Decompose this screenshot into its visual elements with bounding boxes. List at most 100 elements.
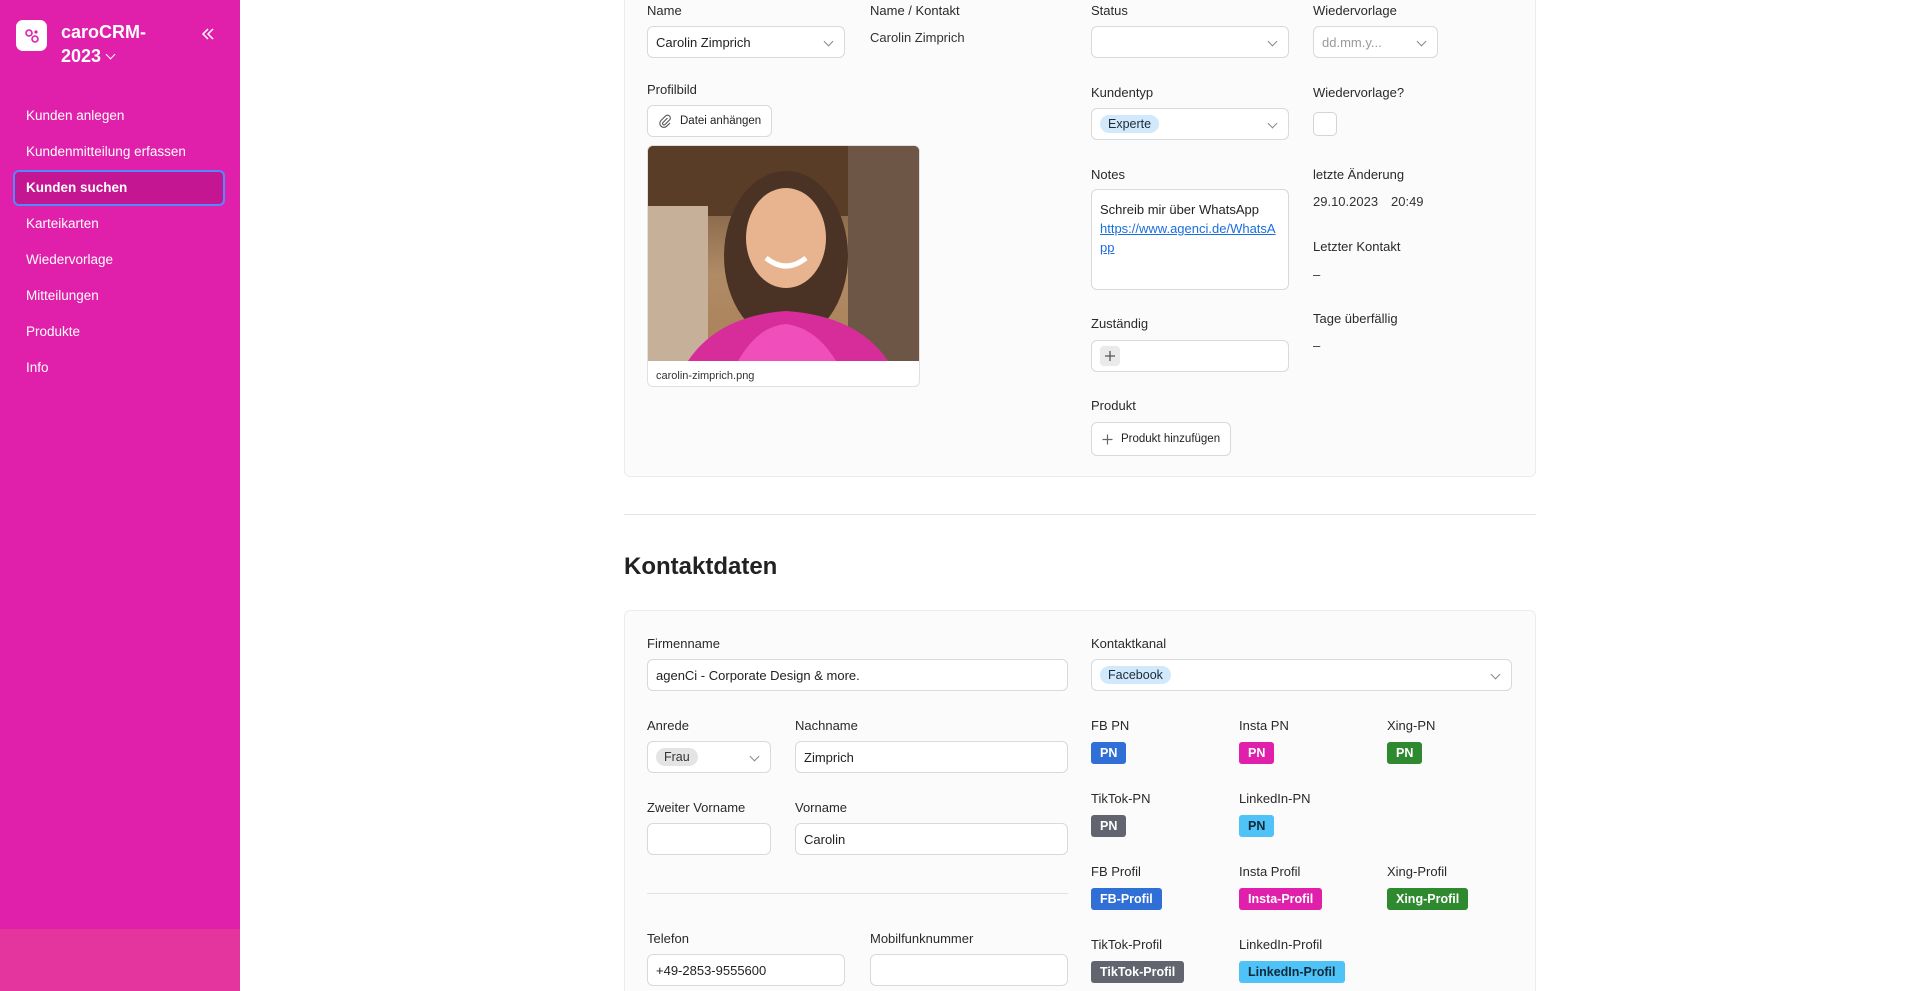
notes-label: Notes: [1091, 167, 1125, 182]
name-select-value: Carolin Zimprich: [656, 34, 751, 50]
chevron-down-icon: [105, 49, 116, 60]
linkedin-pn-label: LinkedIn-PN: [1239, 791, 1311, 806]
telefon-value: +49-2853-9555600: [656, 962, 767, 978]
wiedervorlage-q-label: Wiedervorlage?: [1313, 85, 1405, 100]
plus-icon: [1102, 434, 1113, 445]
name-label: Name: [647, 3, 682, 18]
anrede-select[interactable]: Frau: [647, 741, 771, 773]
zustaendig-label: Zuständig: [1091, 316, 1149, 331]
name-select[interactable]: Carolin Zimprich: [647, 26, 845, 58]
sidebar-footer: [0, 929, 240, 991]
tage-ueberfaellig-value: –: [1313, 338, 1321, 353]
sidebar: caroCRM-2023 Kunden anlegen Kundenmittei…: [0, 0, 240, 991]
chevron-down-icon: [1267, 118, 1278, 129]
workspace-logo-icon: [16, 20, 47, 51]
tage-ueberfaellig-label: Tage überfällig: [1313, 311, 1398, 326]
wiedervorlage-date-picker[interactable]: dd.mm.y...: [1313, 26, 1438, 58]
sidebar-item-mitteilungen[interactable]: Mitteilungen: [13, 278, 225, 314]
xing-pn-label: Xing-PN: [1387, 718, 1436, 733]
vorname-input[interactable]: Carolin: [795, 823, 1068, 855]
mobil-input[interactable]: [870, 954, 1068, 986]
xing-profil-button[interactable]: Xing-Profil: [1387, 888, 1469, 910]
paperclip-icon: [658, 114, 672, 128]
kontaktdaten-title: Kontaktdaten: [624, 553, 778, 580]
fb-pn-button[interactable]: PN: [1091, 742, 1127, 764]
chevron-down-icon: [1267, 36, 1278, 47]
profile-photo-card[interactable]: carolin-zimprich.png: [647, 145, 920, 387]
workspace-name[interactable]: caroCRM-2023: [61, 20, 161, 68]
add-product-button[interactable]: Produkt hinzufügen: [1091, 422, 1232, 456]
fb-profil-label: FB Profil: [1091, 864, 1141, 879]
sidebar-item-wiedervorlage[interactable]: Wiedervorlage: [13, 242, 225, 278]
tiktok-profil-button[interactable]: TikTok-Profil: [1091, 961, 1185, 983]
workspace-name-text: caroCRM-2023: [61, 22, 147, 66]
insta-pn-button[interactable]: PN: [1239, 742, 1275, 764]
attach-file-button[interactable]: Datei anhängen: [647, 105, 773, 137]
kundentyp-pill: Experte: [1100, 115, 1160, 133]
workspace-switcher[interactable]: caroCRM-2023: [16, 20, 161, 68]
telefon-label: Telefon: [647, 931, 689, 946]
notes-text: Schreib mir über WhatsApp: [1100, 202, 1259, 217]
linkedin-pn-button[interactable]: PN: [1239, 815, 1275, 837]
telefon-input[interactable]: +49-2853-9555600: [647, 954, 845, 986]
nachname-input[interactable]: Zimprich: [795, 741, 1068, 773]
sidebar-item-kunden-suchen[interactable]: Kunden suchen: [13, 170, 225, 206]
letzte-aenderung-label: letzte Änderung: [1313, 167, 1405, 182]
add-product-label: Produkt hinzufügen: [1121, 433, 1221, 445]
nachname-label: Nachname: [795, 718, 858, 733]
status-label: Status: [1091, 3, 1128, 18]
chevron-down-icon: [1490, 669, 1501, 680]
name-kontakt-value: Carolin Zimprich: [870, 30, 965, 45]
name-kontakt-label: Name / Kontakt: [870, 3, 960, 18]
notes-link[interactable]: https://www.agenci.de/WhatsApp: [1100, 219, 1280, 257]
anrede-label: Anrede: [647, 718, 689, 733]
insta-profil-label: Insta Profil: [1239, 864, 1301, 879]
kontaktkanal-pill: Facebook: [1100, 666, 1171, 684]
insta-profil-button[interactable]: Insta-Profil: [1239, 888, 1323, 910]
chevron-down-icon: [1416, 36, 1427, 47]
produkt-label: Produkt: [1091, 398, 1136, 413]
tiktok-pn-label: TikTok-PN: [1091, 791, 1151, 806]
xing-profil-label: Xing-Profil: [1387, 864, 1447, 879]
sidebar-item-produkte[interactable]: Produkte: [13, 314, 225, 350]
contact-divider: [647, 893, 1068, 894]
nachname-value: Zimprich: [804, 749, 854, 765]
kundentyp-select[interactable]: Experte: [1091, 108, 1289, 140]
insta-pn-label: Insta PN: [1239, 718, 1289, 733]
linkedin-profil-label: LinkedIn-Profil: [1239, 937, 1323, 952]
kontaktkanal-label: Kontaktkanal: [1091, 636, 1167, 651]
wiedervorlage-checkbox[interactable]: [1313, 112, 1337, 136]
firmenname-input[interactable]: agenCi - Corporate Design & more.: [647, 659, 1068, 691]
collapse-sidebar-icon[interactable]: [200, 26, 216, 42]
photo-filename: carolin-zimprich.png: [656, 370, 755, 382]
sidebar-nav: Kunden anlegen Kundenmitteilung erfassen…: [13, 98, 225, 386]
sidebar-item-info[interactable]: Info: [13, 350, 225, 386]
attach-file-label: Datei anhängen: [680, 115, 762, 127]
add-assignee-icon[interactable]: [1100, 346, 1120, 366]
tiktok-profil-label: TikTok-Profil: [1091, 937, 1163, 952]
sidebar-item-kundenmitteilung-erfassen[interactable]: Kundenmitteilung erfassen: [13, 134, 225, 170]
mobil-label: Mobilfunknummer: [870, 931, 974, 946]
profile-photo: [648, 146, 919, 361]
kundentyp-label: Kundentyp: [1091, 85, 1154, 100]
vorname-label: Vorname: [795, 800, 848, 815]
section-divider: [624, 514, 1536, 515]
zustaendig-field[interactable]: [1091, 340, 1289, 372]
sidebar-item-kunden-anlegen[interactable]: Kunden anlegen: [13, 98, 225, 134]
sidebar-item-karteikarten[interactable]: Karteikarten: [13, 206, 225, 242]
wiedervorlage-label: Wiedervorlage: [1313, 3, 1397, 18]
fb-profil-button[interactable]: FB-Profil: [1091, 888, 1162, 910]
letzter-kontakt-label: Letzter Kontakt: [1313, 239, 1401, 254]
kontaktkanal-select[interactable]: Facebook: [1091, 659, 1512, 691]
xing-pn-button[interactable]: PN: [1387, 742, 1423, 764]
anrede-pill: Frau: [656, 748, 698, 766]
chevron-down-icon: [749, 751, 760, 762]
zweiter-vorname-input[interactable]: [647, 823, 771, 855]
letzter-kontakt-value: –: [1313, 267, 1321, 282]
tiktok-pn-button[interactable]: PN: [1091, 815, 1127, 837]
vorname-value: Carolin: [804, 831, 846, 847]
status-select[interactable]: [1091, 26, 1289, 58]
notes-textarea[interactable]: Schreib mir über WhatsApp https://www.ag…: [1091, 189, 1289, 290]
linkedin-profil-button[interactable]: LinkedIn-Profil: [1239, 961, 1345, 983]
fb-pn-label: FB PN: [1091, 718, 1130, 733]
